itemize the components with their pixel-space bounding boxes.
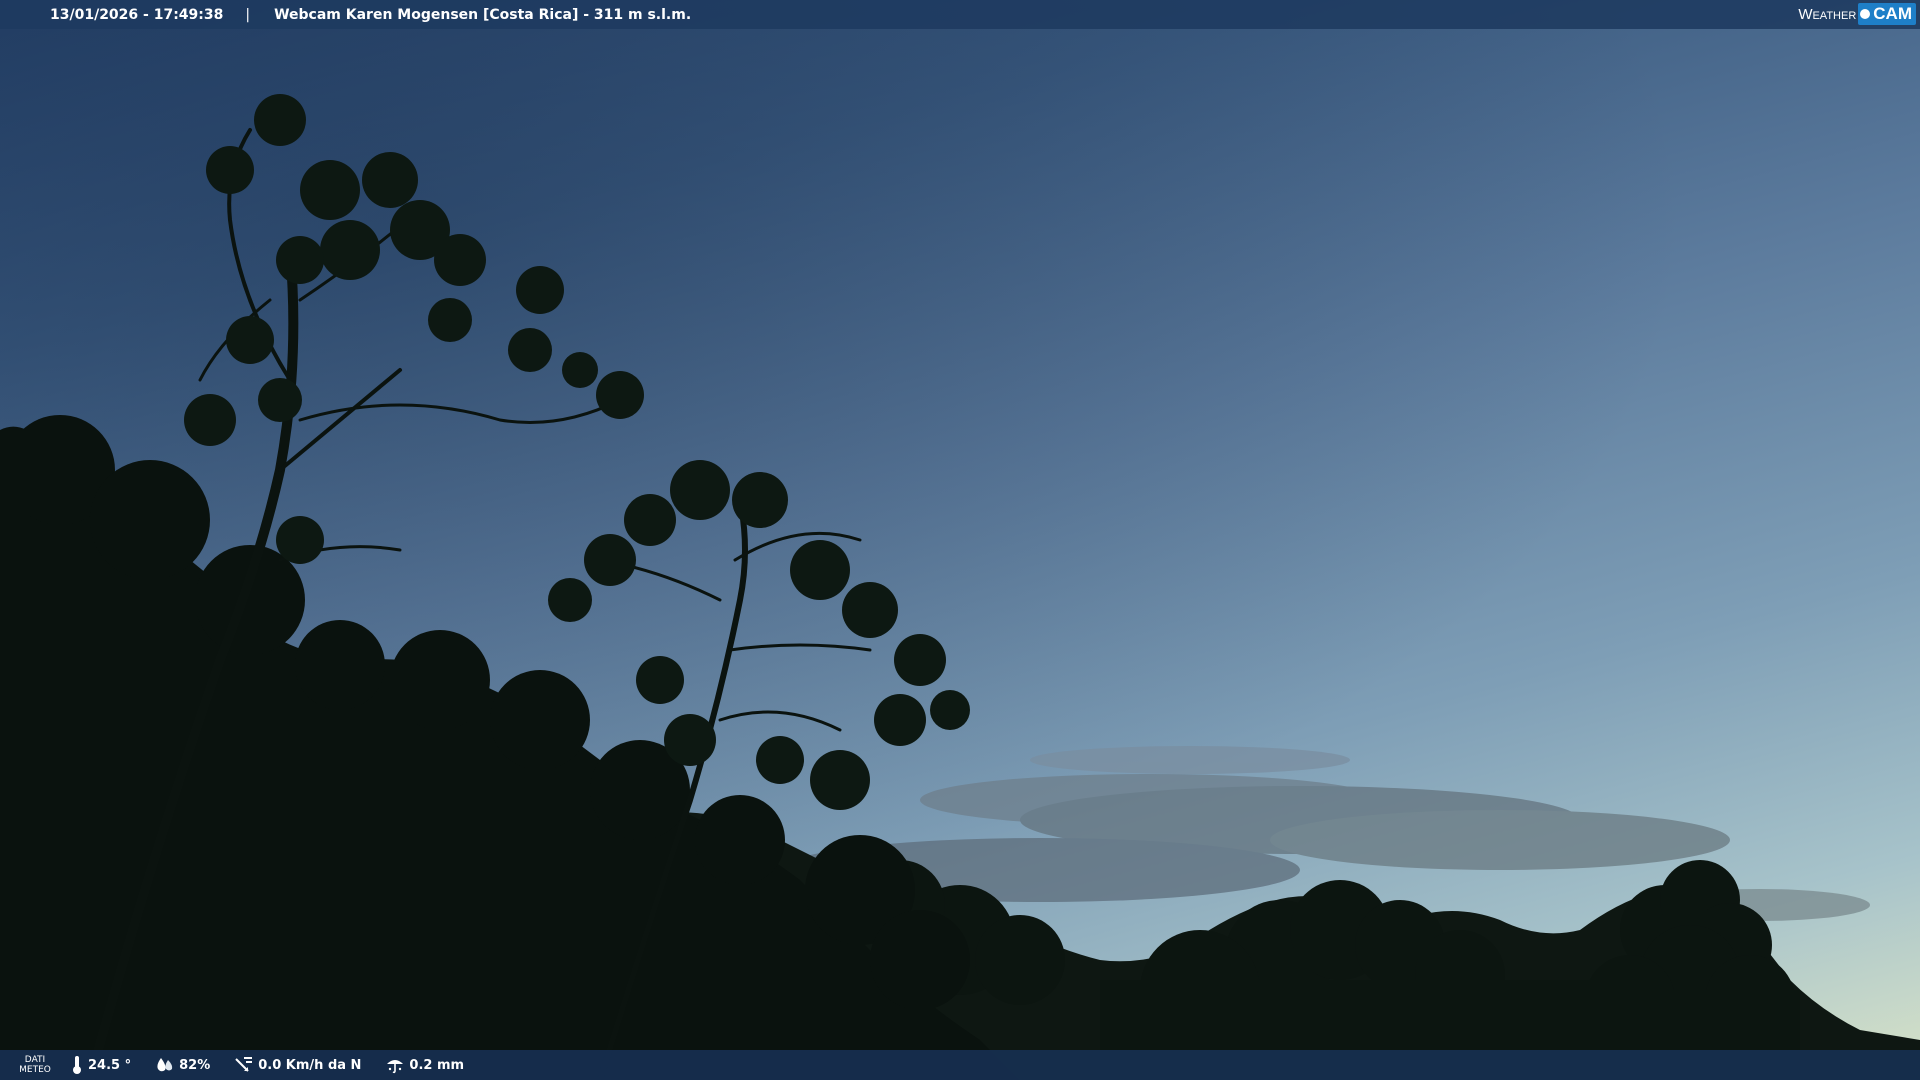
rain-stat: 0.2 mm <box>385 1056 464 1074</box>
top-info-bar: 13/01/2026 - 17:49:38 | Webcam Karen Mog… <box>0 0 1920 29</box>
logo-cam-badge: CAM <box>1858 3 1916 25</box>
meteo-label-line1: DATI <box>24 1055 46 1065</box>
humidity-value: 82% <box>179 1057 211 1073</box>
temperature-stat: 24.5 ° <box>70 1055 131 1075</box>
landscape-silhouette <box>0 94 1920 1080</box>
humidity-icon <box>157 1058 173 1072</box>
wind-value: 0.0 Km/h da N <box>258 1057 362 1073</box>
humidity-stat: 82% <box>155 1056 210 1074</box>
wind-stat: 0.0 Km/h da N <box>234 1056 361 1074</box>
thermometer-icon <box>73 1056 81 1074</box>
logo-weather-text: Weather <box>1798 5 1857 23</box>
webcam-title: Webcam Karen Mogensen [Costa Rica] - 311… <box>274 6 692 23</box>
meteo-label-line2: METEO <box>19 1065 51 1075</box>
bottom-weather-bar: DATI METEO 24.5 ° 82% 0.0 Km/h da N 0.2 … <box>0 1050 1920 1080</box>
header-separator: | <box>245 6 251 23</box>
temperature-value: 24.5 ° <box>88 1057 132 1073</box>
webcam-frame: 13/01/2026 - 17:49:38 | Webcam Karen Mog… <box>0 0 1920 1080</box>
rain-value: 0.2 mm <box>409 1057 465 1073</box>
left-tall-tree-leaves <box>184 94 644 564</box>
rain-icon <box>387 1060 404 1074</box>
logo-cam-text: CAM <box>1873 4 1912 23</box>
datetime-label: 13/01/2026 - 17:49:38 <box>50 6 224 23</box>
wind-icon <box>235 1057 253 1072</box>
weathercam-logo[interactable]: Weather CAM <box>1798 3 1916 25</box>
meteo-data-label: DATI METEO <box>0 1055 70 1075</box>
logo-dot-icon <box>1860 9 1871 19</box>
